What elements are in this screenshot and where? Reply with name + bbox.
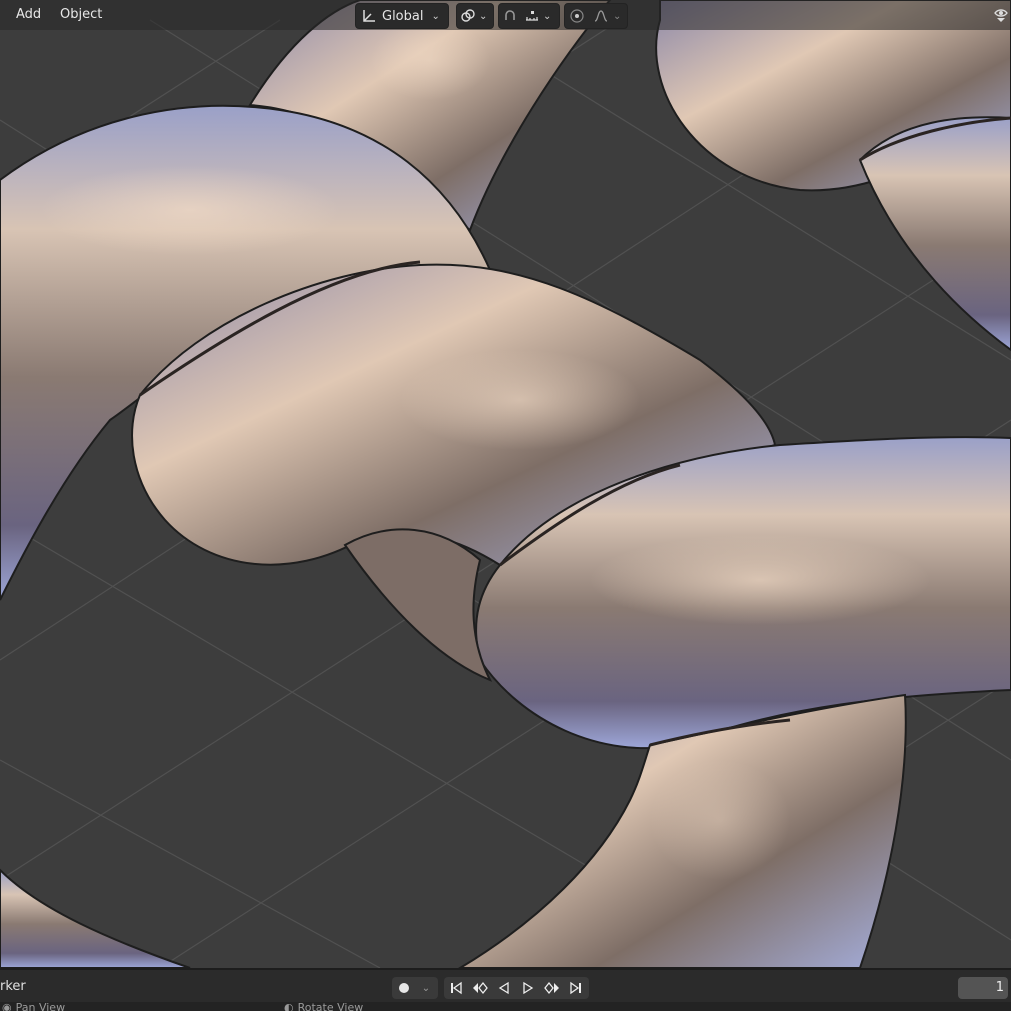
playback-controls [444,977,589,999]
timeline-bar: rker ⌄ 1 [0,968,1011,1004]
jump-end-icon[interactable] [564,977,588,999]
transform-orientation-icon [356,4,382,28]
chain-link-connector [343,528,493,682]
chevron-down-icon[interactable]: ⌄ [416,977,436,999]
proportional-edit-icon[interactable] [565,4,589,28]
current-frame-field[interactable]: 1 [958,977,1008,999]
status-pan-label: Pan View [15,1002,66,1011]
status-pan-view: ◉ Pan View [2,1002,65,1011]
mouse-icon: ◐ [284,1002,294,1011]
overlay-eye-icon[interactable] [992,3,1011,27]
chain-link-bottom-left [0,868,191,968]
marker-menu[interactable]: rker [0,979,26,994]
proportional-editing-group: ⌄ [564,3,628,29]
chevron-down-icon[interactable]: ⌄ [543,11,551,22]
status-bar: ◉ Pan View ◐ Rotate View [0,1002,1011,1011]
next-keyframe-icon[interactable] [540,977,564,999]
play-icon[interactable] [516,977,540,999]
snap-icon[interactable] [499,4,521,28]
snapping-group: ⌄ [498,3,560,29]
chevron-down-icon[interactable]: ⌄ [613,11,621,22]
prev-keyframe-icon[interactable] [468,977,492,999]
menu-add[interactable]: Add [8,4,49,26]
record-icon[interactable] [392,977,416,999]
chevron-down-icon: ⌄ [431,10,440,22]
viewport-scene[interactable] [0,0,1011,968]
chain-link-top-right [655,0,1011,352]
play-reverse-icon[interactable] [492,977,516,999]
chevron-down-icon: ⌄ [479,10,488,22]
transform-orientation-dropdown[interactable]: Global ⌄ [355,3,449,29]
menu-object[interactable]: Object [52,4,110,26]
status-rotate-label: Rotate View [297,1002,364,1011]
viewport-header: Add Object Global ⌄ ⌄ ⌄ ⌄ [0,0,1011,30]
pivot-icon [457,4,479,28]
falloff-icon[interactable] [589,4,613,28]
pivot-point-dropdown[interactable]: ⌄ [456,3,494,29]
jump-start-icon[interactable] [444,977,468,999]
mouse-icon: ◉ [2,1002,12,1011]
snap-increment-icon[interactable] [521,4,543,28]
3d-viewport[interactable]: Add Object Global ⌄ ⌄ ⌄ ⌄ [0,0,1011,968]
status-rotate-view: ◐ Rotate View [284,1002,363,1011]
transform-orientation-label: Global [382,8,424,24]
keying-dropdown[interactable]: ⌄ [392,977,438,999]
